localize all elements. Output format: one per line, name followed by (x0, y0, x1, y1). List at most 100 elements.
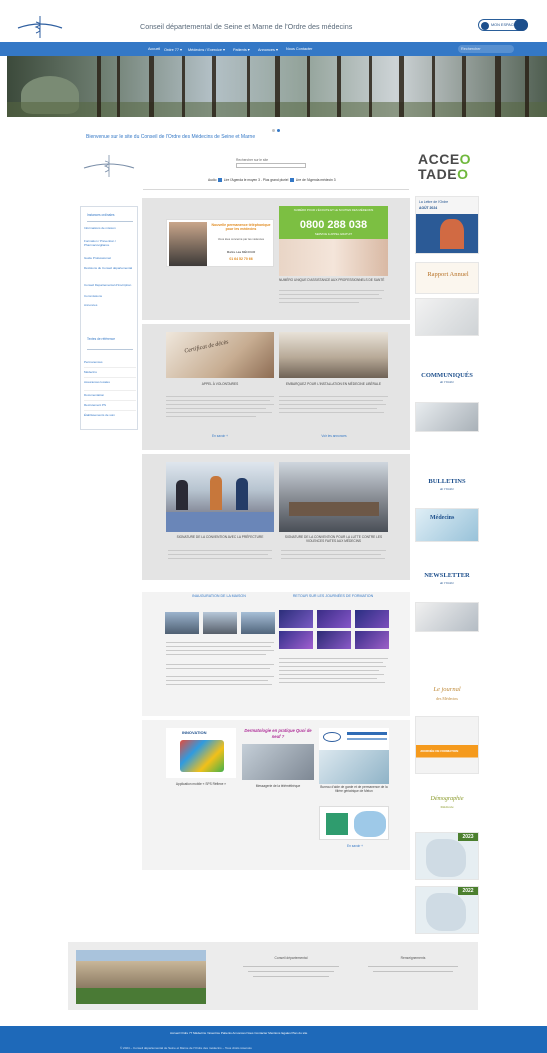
sidebar-item[interactable]: Assurances locales (84, 380, 136, 385)
text-line (168, 554, 268, 555)
permanence-banner[interactable]: Nouvelle permanence téléphonique pour le… (166, 219, 274, 267)
outils-more-link[interactable]: En savoir + (337, 844, 373, 848)
training-photo[interactable] (317, 631, 351, 649)
demographie-title[interactable]: Démographie (415, 796, 479, 802)
ordre-logo-icon[interactable] (14, 14, 66, 40)
care-map-thumbnail[interactable] (319, 806, 389, 840)
medecins-title: Médecins (430, 515, 455, 521)
year-badge: 2023 (458, 833, 478, 841)
geriatrics-photo[interactable] (319, 750, 389, 784)
text-line (279, 674, 384, 675)
nav-search-input[interactable]: Rechercher (458, 45, 514, 53)
nav-contact[interactable]: Nous Contacter (286, 47, 312, 51)
telemedicine-photo[interactable] (242, 744, 314, 780)
app-promo[interactable]: INNOVATION (166, 728, 236, 778)
agenda-link-1[interactable]: Lire l'Agenda le moyen 3 - Plus grand pl… (224, 178, 289, 182)
card-outils: INNOVATION Application mobile « SPS Réfl… (142, 720, 410, 870)
volunteer-more-link[interactable]: En savoir + (200, 434, 240, 438)
header: Conseil départemental de Seine et Marne … (0, 14, 547, 42)
text-line (373, 971, 453, 972)
my-space-button[interactable]: MON ESPACE (478, 19, 528, 31)
newsletter-title[interactable]: NEWSLETTER (415, 572, 479, 579)
stethoscope-thumb[interactable] (415, 298, 479, 336)
text-line (166, 664, 274, 665)
sidebar-item[interactable]: Permanences (84, 360, 136, 365)
hotline-heading: NUMÉRO POUR L'ÉCOUTE ET LE SOUTIEN DES M… (293, 208, 374, 212)
medecins-thumb[interactable]: Médecins (415, 508, 479, 542)
user-icon (481, 21, 489, 30)
nav-annonces[interactable]: Annonces ▾ (258, 47, 278, 52)
sidebar-item[interactable]: Médecins (84, 370, 136, 375)
text-line (279, 290, 384, 291)
text-line (281, 550, 386, 551)
audio-link[interactable]: Audio (208, 178, 216, 182)
footer: Accueil Ordre 77 Médecins / Exercice Pat… (0, 1026, 547, 1053)
sidebar-item[interactable]: Établissements de soin (84, 413, 136, 418)
announcements-link[interactable]: Voir les annonces (304, 434, 364, 438)
sidebar-item[interactable]: Guide Professionnel (84, 256, 136, 261)
hotline-sub: SERVICE & APPEL GRATUIT (314, 232, 353, 236)
nav-ordre[interactable]: Ordre 77 ▾ (164, 47, 182, 52)
sidebar-item[interactable]: Commissions (84, 294, 136, 299)
training-photo[interactable] (317, 610, 351, 628)
footer-links[interactable]: Accueil Ordre 77 Médecins / Exercice Pat… (170, 1031, 307, 1035)
training-photo[interactable] (355, 631, 389, 649)
training-title: RETOUR SUR LES JOURNÉES DE FORMATION (292, 594, 374, 598)
sidebar-item[interactable]: Annonces (84, 303, 136, 308)
formation-thumb[interactable]: JOURNÉE DE FORMATION (415, 716, 479, 774)
dermato-title: Dermatologie en pratique Quoi de neuf ? (244, 728, 312, 739)
map-2022-thumb[interactable]: 2022 (415, 886, 479, 934)
text-line (279, 400, 383, 401)
text-line (166, 408, 266, 409)
hero-tree (247, 56, 250, 117)
banner-bar (347, 732, 387, 735)
communiques-title[interactable]: COMMUNIQUÉS (415, 372, 479, 379)
inauguration-photo[interactable] (165, 612, 199, 634)
certificate-photo[interactable]: Certificat de décès (166, 332, 274, 378)
sidebar-item[interactable]: Documentation (84, 393, 136, 398)
site-search-input[interactable] (236, 163, 306, 168)
year-badge: 2022 (458, 887, 478, 895)
acceo-logo[interactable]: ACCEO TADEO (418, 152, 471, 182)
hero-tree (182, 56, 185, 117)
signing-photo-meeting[interactable] (279, 462, 388, 532)
carousel-dots[interactable] (272, 119, 282, 137)
map-2023-thumb[interactable]: 2023 (415, 832, 479, 880)
signing-photo-prefecture[interactable] (166, 462, 274, 532)
nav-patients[interactable]: Patients ▾ (233, 47, 250, 52)
bulletins-title[interactable]: BULLETINS (415, 478, 479, 485)
sidebar-item[interactable]: Décisions du Conseil départemental (84, 266, 136, 271)
office-photo[interactable] (279, 332, 388, 378)
newsletter-thumb[interactable] (415, 602, 479, 632)
france-map-icon (426, 839, 466, 877)
training-photo[interactable] (279, 610, 313, 628)
portrait-figure (440, 219, 464, 249)
nav-home[interactable]: Accueil (148, 47, 160, 51)
text-line (279, 662, 383, 663)
inauguration-photo[interactable] (241, 612, 275, 634)
innovation-badge: INNOVATION (182, 730, 207, 735)
sidebar-item[interactable]: Informations de mission (84, 226, 136, 231)
training-photo[interactable] (279, 631, 313, 649)
training-photo[interactable] (355, 610, 389, 628)
text-line (243, 966, 339, 967)
text-line (279, 302, 359, 303)
nav-medecins[interactable]: Médecins / Exercice ▾ (188, 47, 225, 52)
sidebar-rule (84, 367, 136, 368)
inauguration-photo[interactable] (203, 612, 237, 634)
formation-label: JOURNÉE DE FORMATION (420, 749, 459, 753)
rapport-thumb[interactable]: Rapport Annuel (415, 262, 479, 294)
footer-col2-title: Renseignements (400, 956, 426, 960)
sidebar-item[interactable]: Recrutement PS (84, 403, 136, 408)
region-map-icon (354, 811, 386, 837)
hero-tree (275, 56, 280, 117)
hero-tree (525, 56, 529, 117)
sidebar-item[interactable]: Formation / Prévention / Pharmacovigilan… (84, 239, 136, 247)
sidebar-item[interactable]: Conseil Départemental d'Inscription (84, 283, 136, 288)
text-line (166, 404, 274, 405)
hotline-banner[interactable]: NUMÉRO POUR L'ÉCOUTE ET LE SOUTIEN DES M… (279, 206, 388, 276)
agenda-link-2[interactable]: Lire de l'Agenda médecin 3 (296, 178, 336, 182)
journal-title[interactable]: Le journal (415, 686, 479, 693)
lettre-ordre-thumb[interactable]: La Lettre de l'Ordre AOÛT 2024 (415, 196, 479, 254)
document-thumb[interactable] (415, 402, 479, 432)
